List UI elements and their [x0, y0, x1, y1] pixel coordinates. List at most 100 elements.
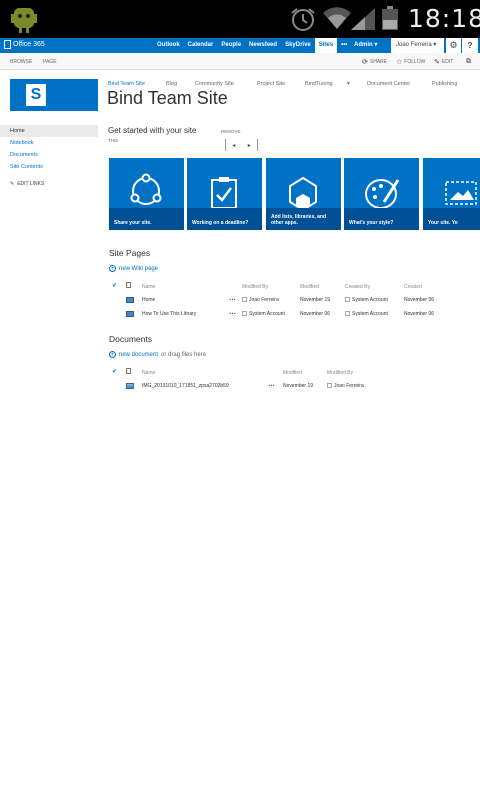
- signal-icon: [351, 8, 375, 30]
- presence-icon: [327, 383, 332, 389]
- column-header-created-by[interactable]: Created By: [345, 284, 370, 290]
- table-cell-modified: November 19: [283, 383, 314, 389]
- suite-bar: Office 365 Outlook Calendar People Newsf…: [0, 38, 480, 53]
- chevron-down-icon[interactable]: ▾: [347, 81, 350, 87]
- ellipsis-menu-icon[interactable]: …: [268, 381, 275, 388]
- share-network-icon: [130, 173, 162, 205]
- sidebar-item-notebook[interactable]: Notebook: [0, 137, 98, 149]
- site-pages-heading[interactable]: Site Pages: [109, 248, 150, 258]
- tile-deadline[interactable]: Working on a deadline?: [187, 158, 262, 230]
- tile-caption: Add lists, libraries, and other apps.: [266, 208, 341, 230]
- sidebar-item-site-contents[interactable]: Site Contents: [0, 161, 98, 173]
- tile-pager: ◂ ▸: [225, 139, 258, 151]
- gear-icon[interactable]: ⚙: [446, 38, 461, 53]
- select-all-checkbox[interactable]: ✔: [112, 368, 117, 375]
- column-header-modified-by[interactable]: Modified By: [327, 370, 353, 376]
- follow-button[interactable]: ☆ FOLLOW: [396, 58, 425, 66]
- chevron-left-icon[interactable]: ◂: [232, 142, 235, 149]
- suite-nav-calendar[interactable]: Calendar: [184, 38, 218, 53]
- tile-style[interactable]: What's your style?: [344, 158, 419, 230]
- presence-icon: [242, 297, 247, 303]
- suite-nav-sites[interactable]: Sites: [314, 38, 338, 53]
- tab-page[interactable]: PAGE: [43, 59, 57, 65]
- column-header-name[interactable]: Name: [142, 284, 155, 290]
- table-cell-created-by: System Account: [345, 311, 388, 317]
- tab-browse[interactable]: BROWSE: [10, 59, 32, 65]
- ellipsis-menu-icon[interactable]: …: [229, 295, 236, 302]
- column-header-modified-by[interactable]: Modified By: [242, 284, 268, 290]
- office-icon: [4, 40, 11, 49]
- alarm-icon: [291, 8, 315, 31]
- quick-launch: Home Notebook Documents Site Contents: [0, 125, 98, 173]
- presence-icon: [345, 311, 350, 317]
- sidebar-item-home[interactable]: Home: [0, 125, 98, 137]
- palette-icon: [365, 179, 400, 208]
- table-row-name[interactable]: IMG_20131010_171851_zpsa2702b59: [142, 383, 229, 389]
- plus-icon: +: [109, 265, 116, 272]
- tile-caption: What's your style?: [344, 208, 419, 230]
- topnav-bindtuning[interactable]: BindTuning: [305, 81, 333, 87]
- table-cell-created: November 06: [404, 297, 435, 303]
- table-row-name[interactable]: Home: [142, 297, 155, 303]
- tile-caption: Share your site.: [109, 208, 184, 230]
- share-icon: ⟳: [362, 59, 368, 66]
- table-cell-modified: November 06: [300, 311, 331, 317]
- edit-links-button[interactable]: ✎ EDIT LINKS: [10, 181, 44, 187]
- site-logo[interactable]: S: [10, 79, 98, 111]
- column-header-created[interactable]: Created: [404, 284, 422, 290]
- remove-this-link[interactable]: REMOVE: [221, 129, 241, 134]
- table-row-name[interactable]: How To Use This Library: [142, 311, 196, 317]
- new-wiki-page-link[interactable]: + new Wiki page: [109, 265, 158, 272]
- table-cell-modified-by: Joao Ferreira: [242, 297, 279, 303]
- suite-nav-skydrive[interactable]: SkyDrive: [281, 38, 315, 53]
- sharepoint-logo-icon: S: [26, 84, 46, 106]
- topnav-document-center[interactable]: Document Center: [367, 81, 410, 87]
- suite-nav: Outlook Calendar People Newsfeed SkyDriv…: [153, 38, 359, 53]
- topnav-community-site[interactable]: Community Site: [195, 81, 234, 87]
- pencil-icon: ✎: [434, 59, 440, 66]
- column-header-modified[interactable]: Modified: [283, 370, 302, 376]
- documents-heading[interactable]: Documents: [109, 334, 152, 344]
- office365-logo[interactable]: Office 365: [4, 40, 45, 49]
- help-icon[interactable]: ?: [462, 38, 478, 53]
- new-document-link[interactable]: + new document or drag files here: [109, 351, 206, 358]
- clock: 18:18: [408, 4, 480, 33]
- admin-menu[interactable]: Admin ▾: [354, 38, 377, 52]
- edit-button[interactable]: ✎ EDIT: [434, 58, 453, 66]
- tile-share-site[interactable]: Share your site.: [109, 158, 184, 230]
- tile-your-site[interactable]: Your site. Yo: [423, 158, 480, 230]
- remove-this-link-cont[interactable]: THIS: [108, 138, 118, 143]
- topnav-project-site[interactable]: Project Site: [257, 81, 285, 87]
- status-bar: 18:18: [0, 0, 480, 38]
- table-cell-created-by: System Account: [345, 297, 388, 303]
- ribbon: BROWSE PAGE ⟳ SHARE ☆ FOLLOW ✎ EDIT ⧉: [0, 53, 480, 70]
- suite-nav-people[interactable]: People: [217, 38, 245, 53]
- chevron-right-icon[interactable]: ▸: [248, 142, 251, 149]
- table-cell-created: November 06: [404, 311, 435, 317]
- page-file-icon: [126, 297, 134, 305]
- doc-type-header-icon: [126, 282, 131, 290]
- column-header-name[interactable]: Name: [142, 370, 155, 376]
- sidebar-item-documents[interactable]: Documents: [0, 149, 98, 161]
- user-menu[interactable]: Joao Ferreira ▾: [391, 38, 444, 53]
- suite-nav-outlook[interactable]: Outlook: [153, 38, 184, 53]
- table-cell-modified-by: Joao Ferreira: [327, 383, 364, 389]
- presence-icon: [242, 311, 247, 317]
- topnav-blog[interactable]: Blog: [166, 81, 177, 87]
- page-title: Bind Team Site: [107, 88, 228, 108]
- tile-caption: Your site. Yo: [423, 208, 480, 230]
- tile-add-apps[interactable]: Add lists, libraries, and other apps.: [266, 158, 341, 230]
- table-cell-modified: November 19: [300, 297, 331, 303]
- android-notification-icon: [11, 8, 37, 33]
- get-started-title: Get started with your site: [108, 126, 197, 135]
- share-button[interactable]: ⟳ SHARE: [362, 58, 387, 66]
- tile-caption: Working on a deadline?: [187, 208, 262, 230]
- focus-on-content-icon[interactable]: ⧉: [466, 58, 471, 66]
- doc-type-header-icon: [126, 368, 131, 376]
- ellipsis-menu-icon[interactable]: …: [229, 309, 236, 316]
- suite-nav-newsfeed[interactable]: Newsfeed: [245, 38, 281, 53]
- topnav-bind-team-site[interactable]: Bind Team Site: [108, 81, 145, 87]
- select-all-checkbox[interactable]: ✔: [112, 282, 117, 289]
- topnav-publishing[interactable]: Publishing: [432, 81, 457, 87]
- column-header-modified[interactable]: Modified: [300, 284, 319, 290]
